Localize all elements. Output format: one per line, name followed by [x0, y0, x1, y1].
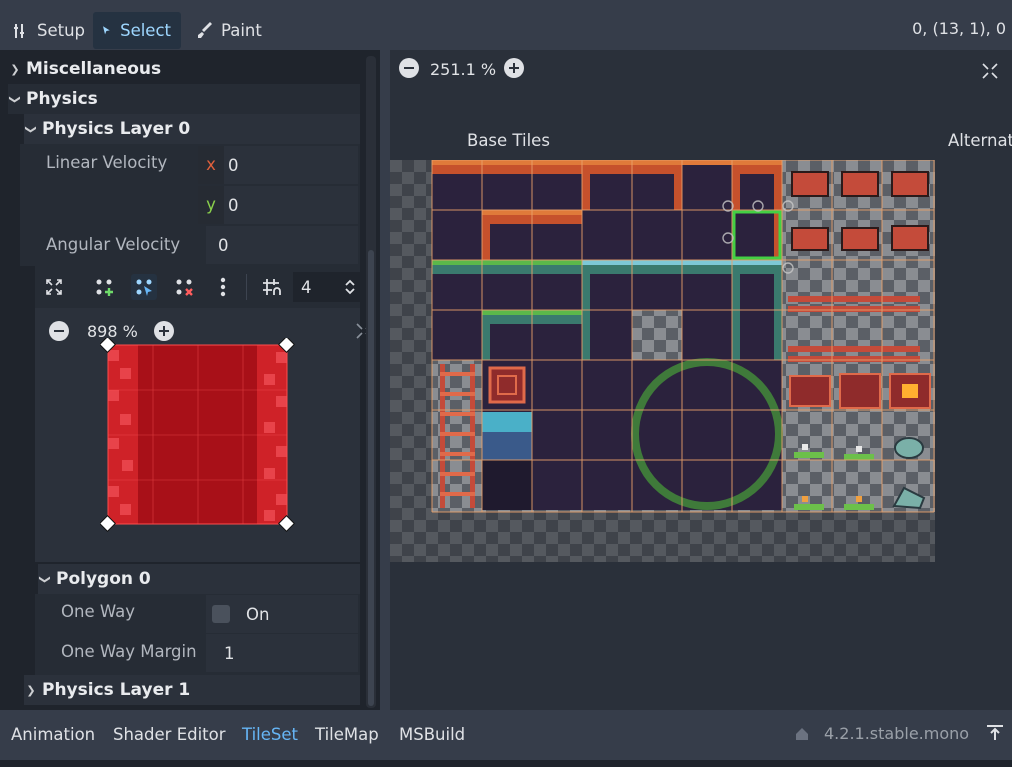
section-polygon-0[interactable]: ❯ Polygon 0	[38, 564, 360, 594]
brush-icon	[198, 21, 212, 38]
physics-layer-1-label: Physics Layer 1	[42, 680, 191, 700]
section-physics-layer-1[interactable]: ❯ Physics Layer 1	[24, 675, 360, 705]
delete-points-icon[interactable]	[171, 274, 197, 300]
chevron-right-icon: ❯	[26, 683, 36, 697]
polygon-0-label: Polygon 0	[56, 569, 151, 589]
setup-icon	[14, 23, 24, 38]
one-way-label: One Way	[61, 602, 135, 621]
one-way-margin-label: One Way Margin	[61, 642, 197, 661]
chevron-down-icon: ❯	[38, 574, 52, 584]
linear-velocity-label: Linear Velocity	[46, 153, 168, 172]
base-tiles-label: Base Tiles	[467, 131, 550, 150]
chevron-right-icon: ❯	[10, 62, 20, 76]
zoom-in-icon[interactable]	[504, 58, 524, 78]
snap-value: 4	[301, 277, 312, 297]
engine-version: 4.2.1.stable.mono	[824, 724, 970, 743]
one-way-margin-value: 1	[224, 643, 235, 663]
tab-animation[interactable]: Animation	[11, 725, 95, 744]
inspector-scrollbar-thumb[interactable]	[368, 250, 374, 706]
one-way-checkbox[interactable]: On	[206, 595, 358, 633]
pin-panel-icon[interactable]	[985, 724, 1005, 742]
setup-label: Setup	[37, 21, 86, 40]
tile-atlas[interactable]	[390, 160, 935, 562]
more-options-icon[interactable]	[210, 274, 236, 300]
section-physics[interactable]: ❯ Physics	[8, 84, 360, 114]
edit-points-icon[interactable]	[131, 274, 157, 300]
tab-tilemap[interactable]: TileMap	[315, 725, 379, 744]
angular-velocity-label: Angular Velocity	[46, 235, 181, 254]
snap-value-stepper[interactable]: 4	[293, 272, 360, 302]
chevron-down-icon: ❯	[8, 94, 22, 104]
alternative-tiles-label: Alternat	[948, 131, 1012, 150]
select-label: Select	[120, 21, 171, 40]
atlas-zoom-level: 251.1 %	[430, 60, 497, 79]
x-axis-label: x	[198, 146, 224, 184]
pointer-icon	[103, 25, 110, 34]
section-miscellaneous[interactable]: ❯ Miscellaneous	[8, 54, 368, 84]
chevron-down-icon: ❯	[24, 124, 38, 134]
collision-polygon[interactable]	[100, 338, 296, 534]
one-way-value: On	[246, 604, 270, 624]
godot-engine-icon	[796, 728, 808, 740]
paint-button[interactable]: Paint	[188, 12, 272, 49]
tab-tileset[interactable]: TileSet	[242, 725, 298, 744]
snap-grid-icon[interactable]	[258, 274, 284, 300]
status-strip	[0, 760, 1012, 767]
add-points-icon[interactable]	[91, 274, 117, 300]
linear-velocity-y-field[interactable]: y 0	[198, 186, 358, 224]
stepper-arrows-icon[interactable]	[344, 278, 356, 296]
physics-layer-0-label: Physics Layer 0	[42, 119, 191, 139]
zoom-out-icon[interactable]	[49, 321, 69, 341]
atlas-texture[interactable]	[390, 160, 935, 562]
one-way-margin-field[interactable]: 1	[206, 634, 358, 672]
setup-button[interactable]: Setup	[4, 12, 95, 49]
angular-velocity-value: 0	[218, 235, 229, 255]
zoom-out-icon[interactable]	[399, 58, 419, 78]
section-miscellaneous-label: Miscellaneous	[26, 59, 162, 79]
section-physics-layer-0[interactable]: ❯ Physics Layer 0	[24, 114, 360, 144]
linear-velocity-x-field[interactable]: x 0	[198, 146, 358, 184]
expand-icon[interactable]	[41, 274, 67, 300]
linear-velocity-x-value: 0	[228, 155, 239, 175]
y-axis-label: y	[198, 186, 224, 224]
tab-shader-editor[interactable]: Shader Editor	[113, 725, 226, 744]
paint-label: Paint	[221, 21, 262, 40]
linear-velocity-y-value: 0	[228, 195, 239, 215]
tab-msbuild[interactable]: MSBuild	[399, 725, 465, 744]
section-physics-label: Physics	[26, 89, 98, 109]
tile-coords: 0, (13, 1), 0	[912, 19, 1006, 38]
checkbox-box[interactable]	[212, 605, 230, 623]
angular-velocity-field[interactable]: 0	[206, 226, 358, 264]
center-view-icon[interactable]	[981, 62, 999, 80]
select-button[interactable]: Select	[93, 12, 181, 49]
toolbar-divider	[246, 274, 247, 300]
